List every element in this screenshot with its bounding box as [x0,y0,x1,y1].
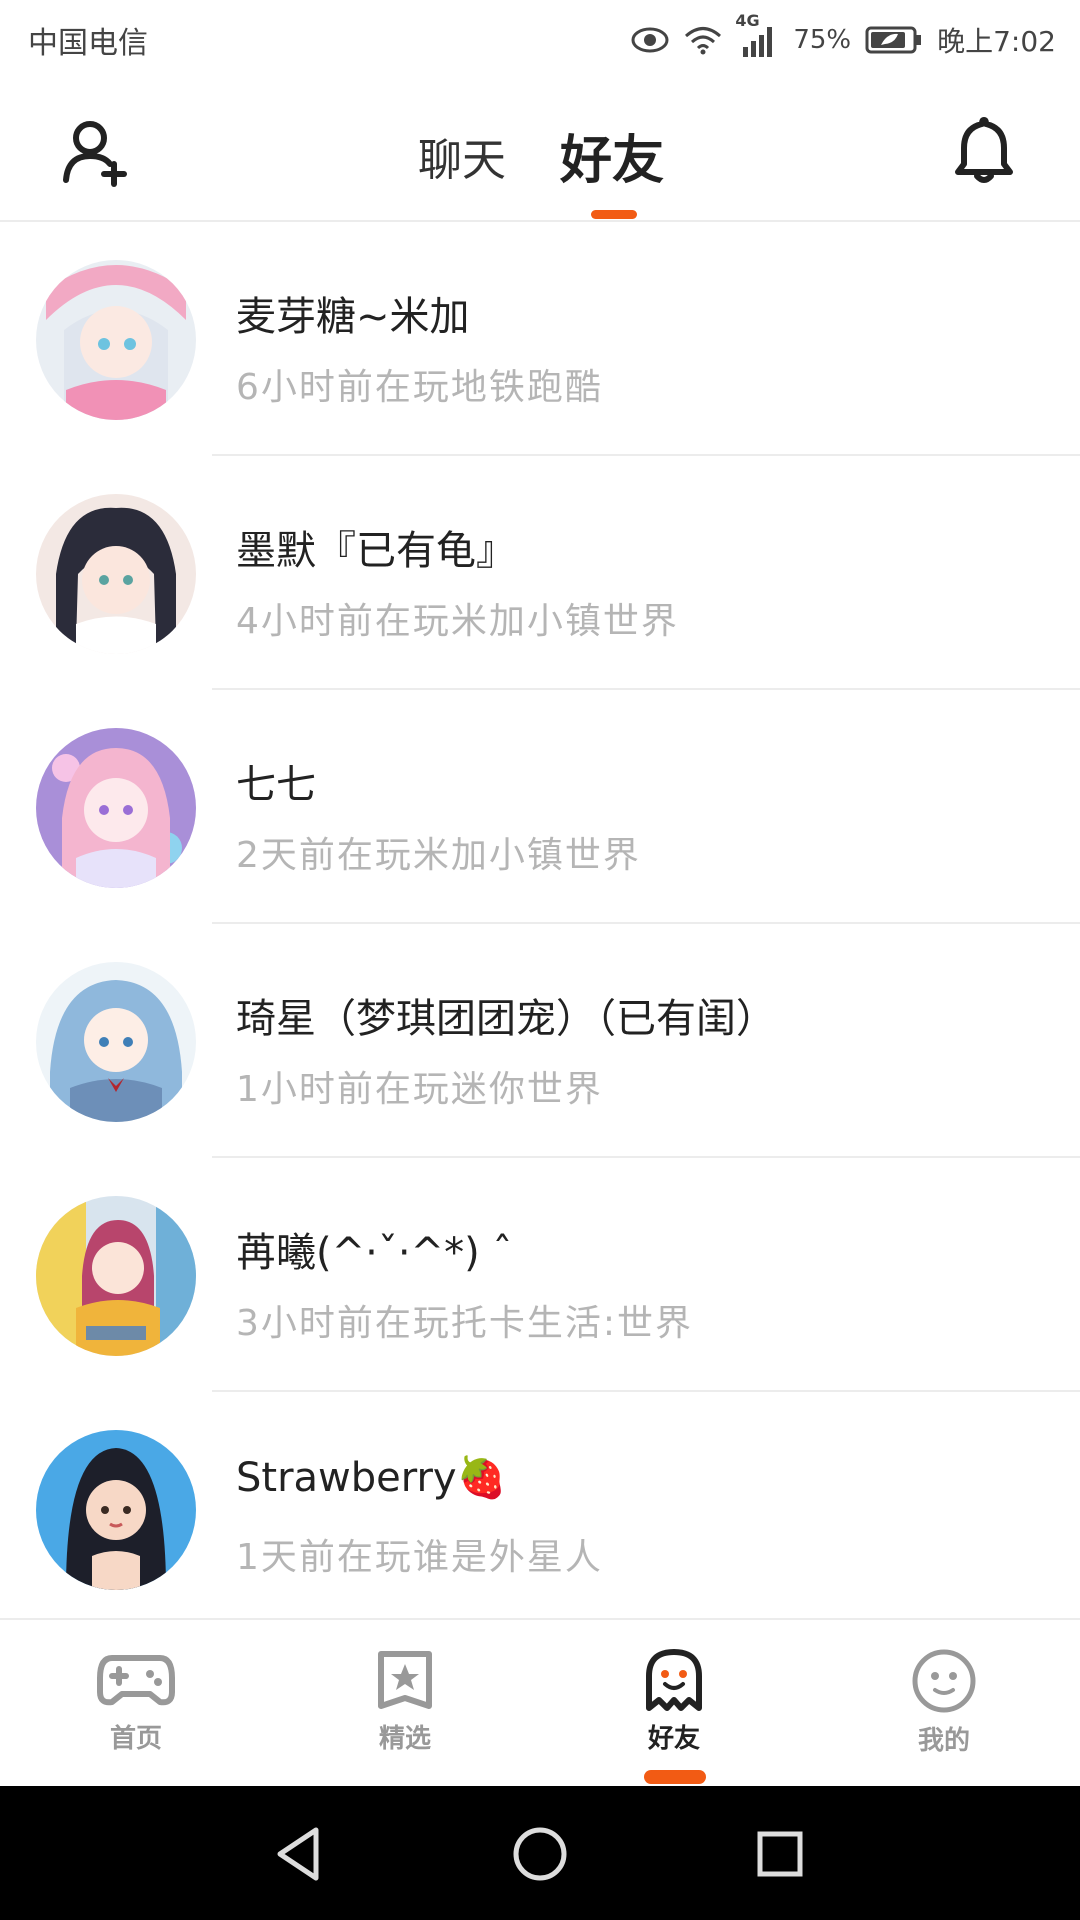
friend-row[interactable]: 琦星（梦琪团团宠）（已有闺） 1小时前在玩迷你世界 [0,924,1080,1158]
face-icon [912,1649,976,1713]
back-button[interactable] [268,1822,332,1886]
avatar[interactable] [36,962,196,1122]
active-tab-indicator [644,1770,706,1784]
carrier-label: 中国电信 [28,26,148,61]
friend-status: 2天前在玩米加小镇世界 [236,835,641,876]
avatar[interactable] [36,1196,196,1356]
gamepad-icon [97,1655,175,1706]
friend-status: 3小时前在玩托卡生活:世界 [236,1303,694,1344]
friend-status: 4小时前在玩米加小镇世界 [236,601,679,642]
friend-name: 墨默『已有龟』 [236,528,516,574]
friend-row[interactable]: 七七 2天前在玩米加小镇世界 [0,690,1080,924]
nav-label: 好友 [647,1724,700,1754]
add-friend-icon [63,121,127,187]
friend-status: 1小时前在玩迷你世界 [236,1069,603,1110]
network-type: 4G [735,11,760,30]
bell-icon [955,117,1013,183]
recent-apps-button[interactable] [748,1822,812,1886]
friend-row[interactable]: 墨默『已有龟』 4小时前在玩米加小镇世界 [0,456,1080,690]
star-badge-icon [378,1651,432,1709]
avatar[interactable] [36,260,196,420]
screen: 中国电信 4G 75% 晚上7:02 聊天 好友 麦芽糖~米加 6小时前在玩地铁… [0,0,1080,1920]
friend-row[interactable]: 苒曦(^·ˇ·^*) ˆ 3小时前在玩托卡生活:世界 [0,1158,1080,1392]
friend-status: 6小时前在玩地铁跑酷 [236,367,603,408]
nav-friends[interactable]: 好友 [604,1648,744,1784]
friend-name: 七七 [236,762,316,808]
friend-name: 琦星（梦琪团团宠）（已有闺） [236,996,776,1042]
avatar[interactable] [36,494,196,654]
friend-status: 1天前在玩谁是外星人 [236,1537,603,1578]
nav-label: 我的 [917,1726,970,1756]
status-icons: 4G 75% 晚上7:02 [631,11,1056,60]
back-triangle-icon [277,1827,319,1881]
add-friend-button[interactable] [60,116,132,188]
eye-icon [631,26,669,54]
nav-home[interactable]: 首页 [66,1648,206,1778]
recent-square-icon [757,1831,803,1877]
friend-row[interactable]: 麦芽糖~米加 6小时前在玩地铁跑酷 [0,222,1080,456]
status-bar: 中国电信 4G 75% 晚上7:02 [0,0,1080,80]
notification-button[interactable] [948,114,1020,186]
top-tabs: 聊天 好友 [400,118,700,219]
signal-icon: 4G [735,11,779,57]
tab-friends[interactable]: 好友 [560,118,664,193]
friend-row[interactable]: Strawberry🍓 1天前在玩谁是外星人 [0,1392,1080,1626]
avatar[interactable] [36,728,196,888]
home-circle-icon [513,1827,567,1881]
wifi-icon [683,25,723,55]
bottom-nav: 首页 精选 好友 我的 [0,1618,1080,1786]
clock: 晚上7:02 [937,25,1056,58]
friend-name: 苒曦(^·ˇ·^*) ˆ [236,1230,513,1276]
nav-label: 首页 [109,1724,162,1754]
ghost-icon [646,1649,702,1711]
tab-chat[interactable]: 聊天 [418,124,506,188]
friend-name: 麦芽糖~米加 [236,294,470,340]
tab-active-indicator [591,210,637,219]
avatar[interactable] [36,1430,196,1590]
battery-percent: 75% [793,25,852,55]
nav-mine[interactable]: 我的 [874,1648,1014,1778]
home-button[interactable] [508,1822,572,1886]
nav-featured[interactable]: 精选 [335,1648,475,1778]
system-nav-bar [0,1786,1080,1920]
friend-name: Strawberry🍓 [236,1455,507,1501]
battery-icon [865,25,923,55]
friend-list: 麦芽糖~米加 6小时前在玩地铁跑酷 墨默『已有龟』 4小时前在玩米加小镇世界 七… [0,222,1080,1626]
nav-label: 精选 [378,1724,431,1754]
header: 聊天 好友 [0,80,1080,222]
